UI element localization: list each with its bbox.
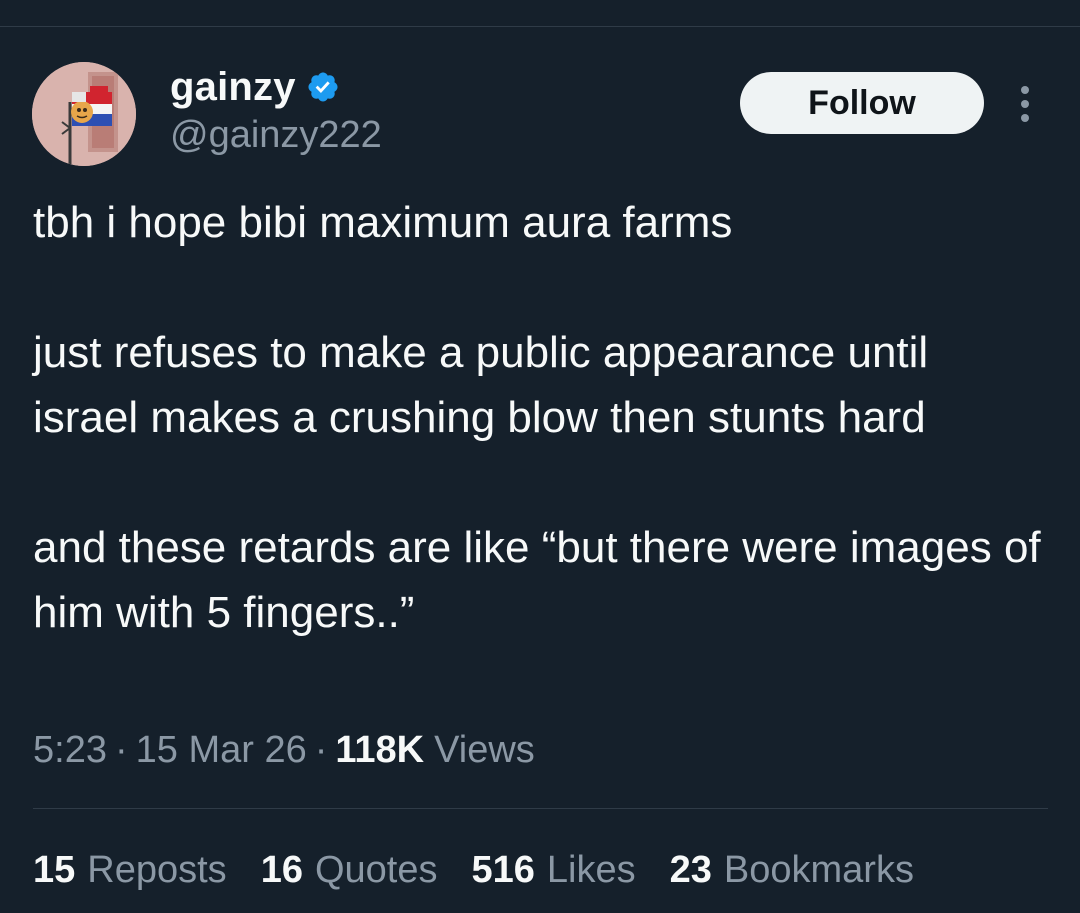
handle[interactable]: @gainzy222	[170, 114, 382, 157]
verified-badge-icon[interactable]	[306, 70, 340, 104]
tweet-meta: 5:23 · 15 Mar 26 · 118K Views	[33, 724, 535, 776]
quotes-label: Quotes	[314, 848, 438, 891]
display-name-row: gainzy	[170, 62, 340, 112]
tweet-text: tbh i hope bibi maximum aura farms just …	[33, 190, 1043, 645]
more-dot	[1021, 114, 1029, 122]
tweet-time[interactable]: 5:23	[33, 729, 107, 772]
tweet-paragraph: just refuses to make a public appearance…	[33, 328, 929, 442]
quotes-stat[interactable]: 16 Quotes	[261, 849, 438, 892]
more-dot	[1021, 100, 1029, 108]
tweet-paragraph: and these retards are like “but there we…	[33, 523, 1041, 637]
bookmarks-label: Bookmarks	[723, 848, 914, 891]
reposts-label: Reposts	[87, 848, 227, 891]
tweet-date[interactable]: 15 Mar 26	[136, 729, 307, 772]
quotes-count: 16	[260, 848, 303, 891]
likes-label: Likes	[546, 848, 636, 891]
tweet-paragraph: tbh i hope bibi maximum aura farms	[33, 198, 733, 247]
likes-stat[interactable]: 516 Likes	[472, 849, 636, 892]
follow-button[interactable]: Follow	[740, 72, 984, 134]
meta-separator: ·	[114, 728, 128, 771]
stats-divider	[33, 808, 1048, 809]
avatar-image	[32, 62, 136, 166]
bookmarks-count: 23	[669, 848, 712, 891]
avatar[interactable]	[32, 62, 136, 166]
views-label: Views	[434, 728, 535, 771]
more-options-icon[interactable]	[1010, 82, 1040, 126]
reposts-stat[interactable]: 15 Reposts	[33, 849, 227, 892]
meta-separator: ·	[314, 728, 328, 771]
likes-count: 516	[471, 848, 535, 891]
display-name[interactable]: gainzy	[170, 65, 296, 110]
reposts-count: 15	[33, 848, 76, 891]
more-dot	[1021, 86, 1029, 94]
views-count: 118K	[335, 728, 425, 771]
engagement-stats: 15 Reposts 16 Quotes 516 Likes 23 Bookma…	[33, 842, 914, 898]
bookmarks-stat[interactable]: 23 Bookmarks	[670, 849, 914, 892]
tweet-card: gainzy @gainzy222 Follow tbh i hope bibi…	[0, 0, 1080, 913]
